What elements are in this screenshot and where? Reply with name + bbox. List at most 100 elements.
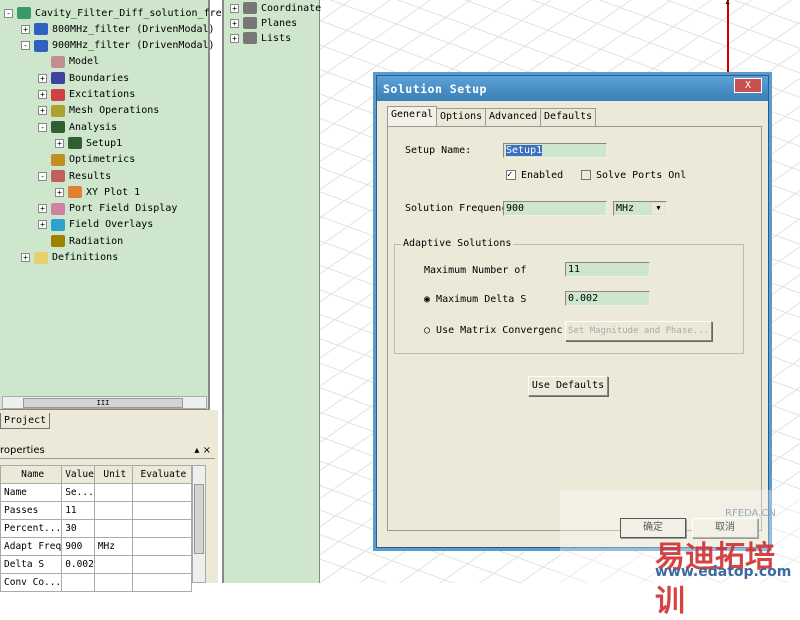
expander-icon[interactable]: + bbox=[38, 90, 47, 99]
tree-item[interactable]: Model bbox=[38, 54, 99, 70]
modeler-tree-item[interactable]: + Lists bbox=[230, 30, 291, 46]
expander-icon[interactable]: - bbox=[38, 171, 47, 181]
table-cell: 900 bbox=[61, 537, 95, 556]
tab-advanced[interactable]: Advanced bbox=[485, 108, 542, 126]
horizontal-scrollbar[interactable]: III bbox=[2, 396, 207, 409]
solve-ports-checkbox[interactable]: Solve Ports Onl bbox=[581, 170, 686, 181]
column-header[interactable]: Unit bbox=[93, 465, 133, 484]
scroll-thumb[interactable]: III bbox=[23, 398, 183, 408]
tab-project[interactable]: Project bbox=[0, 413, 50, 429]
tree-item[interactable]: - Analysis bbox=[38, 119, 117, 135]
tree-item[interactable]: - Cavity_Filter_Diff_solution_freq bbox=[4, 5, 228, 21]
table-cell: Se... bbox=[61, 483, 95, 502]
max-delta-radio[interactable]: ◉ Maximum Delta S bbox=[424, 294, 526, 305]
tree-item[interactable]: + Excitations bbox=[38, 87, 135, 103]
table-cell bbox=[93, 501, 133, 520]
dialog-title: Solution Setup bbox=[377, 76, 768, 101]
unit-value: MHz bbox=[616, 203, 635, 214]
set-magnitude-button[interactable]: Set Magnitude and Phase... bbox=[565, 321, 712, 341]
enabled-checkbox[interactable]: ✓ Enabled bbox=[506, 170, 563, 181]
tree-item-label: Boundaries bbox=[69, 72, 130, 84]
table-cell bbox=[131, 501, 193, 520]
tree-item[interactable]: - Results bbox=[38, 168, 111, 184]
tree-item-label: Mesh Operations bbox=[69, 105, 160, 117]
modeler-tree[interactable]: + Coordinate + Planes + Lists bbox=[222, 0, 321, 583]
table-row[interactable]: Delta S 0.002 bbox=[0, 555, 193, 574]
table-row[interactable]: Name Se... bbox=[0, 483, 193, 502]
expander-icon[interactable]: - bbox=[4, 8, 13, 18]
vertical-scrollbar[interactable] bbox=[192, 465, 206, 583]
mesh-icon bbox=[51, 104, 65, 117]
use-defaults-button[interactable]: Use Defaults bbox=[528, 376, 608, 396]
tree-item-label: Planes bbox=[261, 17, 298, 29]
tree-item[interactable]: + Mesh Operations bbox=[38, 103, 159, 119]
tree-item-label: Radiation bbox=[69, 235, 124, 247]
expander-icon[interactable]: - bbox=[38, 122, 47, 132]
tab-options[interactable]: Options bbox=[436, 108, 487, 126]
table-row[interactable]: Passes 11 bbox=[0, 501, 193, 520]
tab-defaults[interactable]: Defaults bbox=[540, 108, 597, 126]
tree-item-label: Cavity_Filter_Diff_solution_freq bbox=[35, 7, 228, 19]
chevron-down-icon: ▼ bbox=[652, 203, 665, 214]
expander-icon[interactable]: + bbox=[55, 138, 64, 148]
expand-icon[interactable]: + bbox=[230, 33, 239, 43]
modeler-tree-item[interactable]: + Planes bbox=[230, 15, 297, 31]
panel-controls[interactable]: ▴ × bbox=[194, 443, 211, 459]
expander-icon[interactable]: + bbox=[38, 220, 47, 230]
matrix-convergence-radio[interactable]: ○ Use Matrix Convergence bbox=[424, 325, 562, 336]
radio-selected-icon: ◉ bbox=[424, 294, 437, 305]
tree-item[interactable]: - 900MHz_filter (DrivenModal) bbox=[21, 38, 215, 54]
table-cell bbox=[131, 555, 193, 574]
watermark: 易迪拓培训 www.edatop.com RFEDA.CN bbox=[560, 490, 800, 619]
expander-icon[interactable]: + bbox=[55, 187, 64, 197]
table-cell: Name bbox=[0, 483, 63, 502]
tree-item[interactable]: + XY Plot 1 bbox=[55, 184, 140, 200]
table-row[interactable]: Percent... 30 bbox=[0, 519, 193, 538]
setup-name-input[interactable]: Setup1 bbox=[503, 143, 607, 158]
expander-icon[interactable]: - bbox=[21, 41, 30, 51]
table-cell: 0.002 bbox=[61, 555, 95, 574]
tab-general[interactable]: General bbox=[387, 106, 438, 126]
unit-select[interactable]: MHz ▼ bbox=[613, 201, 667, 216]
table-cell bbox=[93, 519, 133, 538]
properties-title: roperties bbox=[0, 445, 45, 456]
table-row[interactable]: Adapt Freq 900 MHz bbox=[0, 537, 193, 556]
expand-icon[interactable]: + bbox=[230, 3, 239, 13]
max-passes-input[interactable]: 11 bbox=[565, 262, 650, 277]
tree-item-label: 800MHz_filter (DrivenModal) bbox=[52, 23, 215, 35]
analysis-icon bbox=[51, 121, 65, 134]
column-header[interactable]: Name bbox=[0, 465, 63, 484]
max-delta-input[interactable]: 0.002 bbox=[565, 291, 650, 306]
enabled-label: Enabled bbox=[521, 170, 564, 181]
table-cell: Adapt Freq bbox=[0, 537, 63, 556]
expand-icon[interactable]: + bbox=[230, 18, 239, 28]
expander-icon[interactable]: + bbox=[38, 204, 47, 214]
lists-icon bbox=[243, 32, 257, 44]
table-cell: Delta S bbox=[0, 555, 63, 574]
tree-item-label: Field Overlays bbox=[69, 219, 154, 231]
tree-item[interactable]: + Field Overlays bbox=[38, 217, 153, 233]
tree-item[interactable]: + Boundaries bbox=[38, 70, 129, 86]
z-axis-label: Z bbox=[725, 0, 730, 6]
tree-item[interactable]: Optimetrics bbox=[38, 152, 135, 168]
frequency-input[interactable]: 900 bbox=[503, 201, 607, 216]
column-header[interactable]: Evaluate bbox=[131, 465, 193, 484]
close-button[interactable]: X bbox=[734, 78, 762, 93]
tree-item[interactable]: +800MHz_filter (DrivenModal) bbox=[21, 21, 215, 37]
table-cell: Percent... bbox=[0, 519, 63, 538]
tree-item[interactable]: + Setup1 bbox=[55, 135, 122, 151]
modeler-tree-item[interactable]: + Coordinate bbox=[230, 0, 321, 16]
tree-item[interactable]: Radiation bbox=[38, 233, 123, 249]
tree-item-label: Coordinate bbox=[261, 2, 322, 14]
expander-icon[interactable]: + bbox=[38, 73, 47, 83]
tree-item[interactable]: + Port Field Display bbox=[38, 201, 177, 217]
boundaries-icon bbox=[51, 72, 65, 85]
project-tree[interactable]: - Cavity_Filter_Diff_solution_freq +800MHz… bbox=[0, 0, 228, 410]
expander-icon[interactable]: + bbox=[21, 253, 30, 262]
expander-icon[interactable]: + bbox=[21, 24, 30, 34]
expander-icon[interactable]: + bbox=[38, 106, 47, 116]
design-icon bbox=[34, 39, 48, 52]
tree-item-label: Analysis bbox=[69, 121, 118, 133]
column-header[interactable]: Value bbox=[61, 465, 95, 484]
tree-item[interactable]: + Definitions bbox=[21, 250, 118, 266]
